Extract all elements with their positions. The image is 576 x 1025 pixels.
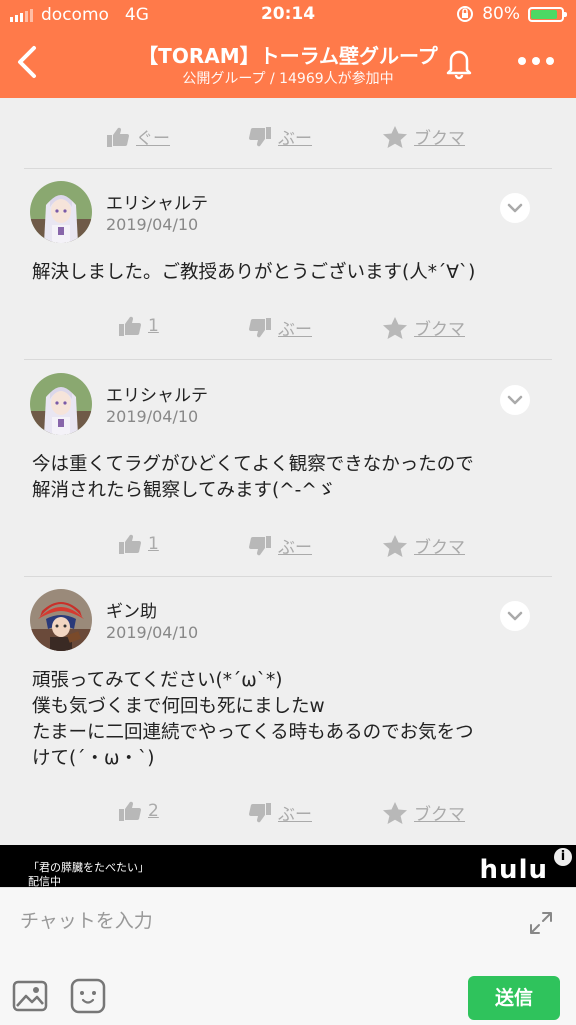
dislike-button[interactable]: ぶー [248, 315, 312, 340]
dislike-button[interactable]: ぶー [248, 533, 312, 558]
thumbs-down-icon [249, 317, 271, 337]
divider [24, 576, 552, 577]
more-icon[interactable] [516, 54, 556, 68]
star-icon [383, 534, 407, 557]
author-name[interactable]: ギン助 [106, 597, 157, 622]
chevron-down-icon [507, 203, 523, 213]
send-button[interactable]: 送信 [468, 976, 560, 1020]
like-button[interactable]: ぐー [106, 124, 170, 149]
post-actions: ぐー ぶー ブクマ [0, 112, 576, 162]
like-count: 1 [148, 316, 159, 336]
bookmark-label: ブクマ [414, 538, 465, 558]
post-date: 2019/04/10 [106, 623, 199, 642]
post-date: 2019/04/10 [106, 215, 199, 234]
image-icon[interactable] [12, 980, 48, 1012]
comment-header: エリシャルテ 2019/04/10 [0, 181, 576, 251]
group-subtitle: 公開グループ / 14969人が参加中 [182, 71, 394, 87]
thumbs-up-icon [119, 534, 141, 554]
battery-icon [528, 6, 567, 22]
avatar[interactable] [30, 373, 92, 435]
options-button[interactable] [500, 385, 530, 415]
star-icon [383, 801, 407, 824]
dislike-label: ぶー [278, 129, 312, 149]
dislike-button[interactable]: ぶー [248, 800, 312, 825]
comment-feed[interactable]: ぐー ぶー ブクマ エリシャルテ 2019/04/10 解決しました。ご教授あり… [0, 98, 576, 845]
star-icon [383, 125, 407, 148]
bookmark-button[interactable]: ブクマ [382, 533, 465, 558]
like-button[interactable]: 2 [118, 800, 159, 822]
bookmark-label: ブクマ [414, 805, 465, 825]
comment-body: 頑張ってみてください(*´ω`*) 僕も気づくまで何回も死にましたw たまーに二… [32, 670, 474, 769]
like-label: ぐー [136, 129, 170, 149]
hulu-logo: hulu [479, 855, 548, 885]
chat-input-bar: チャットを入力 送信 [0, 887, 576, 1025]
thumbs-up-icon [107, 127, 129, 147]
options-button[interactable] [500, 601, 530, 631]
thumbs-down-icon [249, 126, 271, 146]
dislike-label: ぶー [278, 320, 312, 340]
comment-body: 解決しました。ご教授ありがとうございます(人*´∀`) [32, 262, 476, 283]
emoji-icon[interactable] [70, 978, 106, 1014]
like-button[interactable]: 1 [118, 533, 159, 555]
post-date: 2019/04/10 [106, 407, 199, 426]
comment-header: ギン助 2019/04/10 [0, 589, 576, 659]
divider [24, 359, 552, 360]
divider [24, 168, 552, 169]
post-actions: 1 ぶー ブクマ [0, 521, 576, 571]
thumbs-down-icon [249, 802, 271, 822]
bookmark-button[interactable]: ブクマ [382, 124, 465, 149]
dislike-button[interactable]: ぶー [248, 124, 312, 149]
bell-icon[interactable] [442, 44, 476, 80]
chevron-down-icon [507, 395, 523, 405]
author-name[interactable]: エリシャルテ [106, 381, 208, 406]
thumbs-down-icon [249, 535, 271, 555]
battery-percent: 80% [482, 4, 520, 24]
author-name[interactable]: エリシャルテ [106, 189, 208, 214]
ad-info-icon[interactable]: i [554, 848, 572, 866]
post-actions: 2 ぶー ブクマ [0, 788, 576, 838]
thumbs-up-icon [119, 316, 141, 336]
ad-banner[interactable]: 「君の膵臓をたべたい」 配信中 hulu i [0, 845, 576, 888]
bookmark-button[interactable]: ブクマ [382, 315, 465, 340]
dislike-label: ぶー [278, 805, 312, 825]
options-button[interactable] [500, 193, 530, 223]
expand-icon[interactable] [528, 910, 554, 936]
chat-input[interactable]: チャットを入力 [20, 906, 153, 933]
group-title: 【TORAM】トーラム壁グループ [138, 44, 438, 68]
bookmark-label: ブクマ [414, 129, 465, 149]
avatar[interactable] [30, 181, 92, 243]
like-count: 2 [148, 801, 159, 821]
status-bar: docomo 4G 20:14 80% [0, 0, 576, 30]
thumbs-up-icon [119, 801, 141, 821]
nav-bar: 【TORAM】トーラム壁グループ 公開グループ / 14969人が参加中 [0, 30, 576, 98]
comment-body: 今は重くてラグがひどくてよく観察できなかったので 解消されたら観察してみます(^… [32, 454, 474, 501]
like-count: 1 [148, 534, 159, 554]
star-icon [383, 316, 407, 339]
chevron-down-icon [507, 611, 523, 621]
avatar[interactable] [30, 589, 92, 651]
post-actions: 1 ぶー ブクマ [0, 303, 576, 353]
comment-header: エリシャルテ 2019/04/10 [0, 373, 576, 443]
bookmark-label: ブクマ [414, 320, 465, 340]
bookmark-button[interactable]: ブクマ [382, 800, 465, 825]
like-button[interactable]: 1 [118, 315, 159, 337]
orientation-lock-icon [457, 6, 474, 22]
dislike-label: ぶー [278, 538, 312, 558]
